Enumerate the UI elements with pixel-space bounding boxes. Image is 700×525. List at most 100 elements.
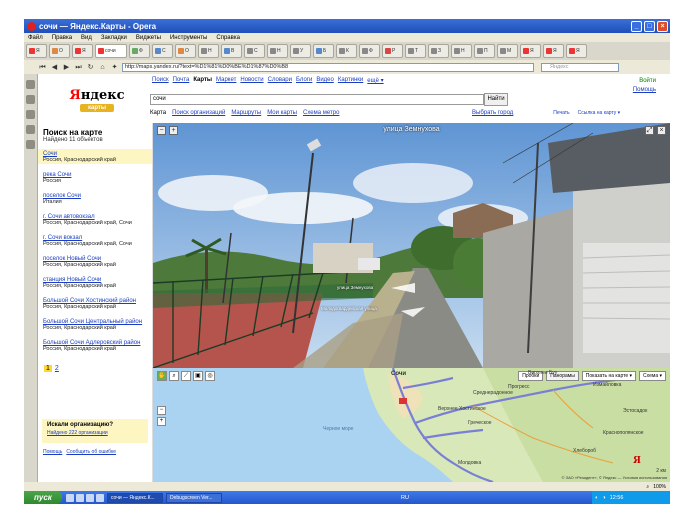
result-item[interactable]: г. Сочи вокзал Россия, Краснодарский край…: [38, 233, 152, 248]
address-bar[interactable]: http://maps.yandex.ru/?text=%D1%81%D0%BE…: [122, 62, 534, 72]
zoom-tool-icon[interactable]: ⌕: [169, 371, 179, 381]
ruler-tool-icon[interactable]: ⟋: [181, 371, 191, 381]
result-item[interactable]: г. Сочи автовокзал Россия, Краснодарский …: [38, 212, 152, 227]
browser-tab[interactable]: В: [221, 44, 242, 58]
bookmarks-panel-icon[interactable]: [26, 80, 35, 89]
help-link[interactable]: Помощь: [633, 86, 656, 95]
browser-tab[interactable]: Н: [267, 44, 288, 58]
rewind-button[interactable]: ⏮: [38, 63, 47, 72]
layers-tool-icon[interactable]: ▣: [193, 371, 203, 381]
home-button[interactable]: ⌂: [98, 63, 107, 72]
yandex-logo[interactable]: Яндекс карты: [69, 88, 125, 112]
browser-tab[interactable]: К: [336, 44, 357, 58]
notes-panel-icon[interactable]: [26, 95, 35, 104]
fast-forward-button[interactable]: ⏭: [74, 63, 83, 72]
help-footer-link[interactable]: Помощь: [43, 449, 62, 455]
back-button[interactable]: ◀: [50, 63, 59, 72]
browser-tab[interactable]: Р: [382, 44, 403, 58]
browser-tab[interactable]: Я: [543, 44, 564, 58]
browser-tab[interactable]: П: [474, 44, 495, 58]
close-button[interactable]: ×: [657, 20, 668, 32]
browser-tab[interactable]: Т: [405, 44, 426, 58]
panorama-arrow-label-2[interactable]: Молодогвардейская улица: [321, 306, 377, 311]
browser-tab[interactable]: О: [175, 44, 196, 58]
choose-city-link[interactable]: Выбрать город: [472, 110, 513, 116]
result-item[interactable]: Сочи Россия, Краснодарский край: [38, 149, 152, 164]
panorama-fullscreen-button[interactable]: ⤢: [645, 126, 654, 135]
browser-tab[interactable]: У: [290, 44, 311, 58]
page-1[interactable]: 1: [44, 365, 52, 372]
browser-tab[interactable]: Ф: [129, 44, 150, 58]
report-error-link[interactable]: Сообщить об ошибке: [66, 449, 116, 455]
maps-subnav-link[interactable]: Маршруты: [231, 110, 261, 116]
browser-tab[interactable]: С: [244, 44, 265, 58]
org-hint-link[interactable]: Найдено 222 организации: [47, 430, 143, 436]
menu-widgets[interactable]: Виджеты: [136, 35, 161, 41]
menu-help[interactable]: Справка: [216, 35, 240, 41]
browser-tab[interactable]: Н: [451, 44, 472, 58]
browser-tab[interactable]: О: [49, 44, 70, 58]
wand-button[interactable]: ✦: [110, 63, 119, 72]
zoom-level[interactable]: 100%: [653, 484, 666, 490]
service-link[interactable]: Картинки: [338, 77, 363, 84]
print-link[interactable]: Печать: [553, 110, 569, 116]
browser-tab[interactable]: З: [428, 44, 449, 58]
browser-tab[interactable]: Я: [566, 44, 587, 58]
browser-tab[interactable]: М: [497, 44, 518, 58]
reload-button[interactable]: ↻: [86, 63, 95, 72]
panorama-close-button[interactable]: ×: [657, 126, 666, 135]
map-copyright[interactable]: © ЗАО «Резидент», © Яндекс — Условия исп…: [562, 475, 667, 480]
result-item[interactable]: Большой Сочи Хостинский район Россия, Кра…: [38, 296, 152, 311]
panorama-plus-button[interactable]: +: [169, 126, 178, 135]
maximize-button[interactable]: □: [644, 20, 655, 32]
result-item[interactable]: поселок Сочи Италия: [38, 191, 152, 206]
minimize-button[interactable]: _: [631, 20, 642, 32]
hand-tool-icon[interactable]: ✋: [157, 371, 167, 381]
quick-launch-icon-4[interactable]: [96, 493, 104, 502]
browser-tab[interactable]: сочи: [95, 44, 127, 58]
service-link[interactable]: Маркет: [216, 77, 236, 84]
quick-launch-icon-1[interactable]: [66, 493, 74, 502]
maps-subnav-link[interactable]: Поиск организаций: [172, 110, 225, 116]
zoom-icon[interactable]: ⌕: [646, 484, 649, 490]
service-link[interactable]: Поиск: [152, 77, 169, 84]
service-link[interactable]: ещё ▾: [367, 77, 383, 84]
maps-subnav-link[interactable]: Мои карты: [267, 110, 297, 116]
panorama-minus-button[interactable]: −: [157, 126, 166, 135]
panorama-arrow-label-1[interactable]: улица Земнухова: [337, 285, 373, 290]
result-item[interactable]: поселок Новый Сочи Россия, Краснодарский …: [38, 254, 152, 269]
service-link[interactable]: Карты: [193, 77, 212, 84]
service-link[interactable]: Словари: [268, 77, 292, 84]
quick-launch-icon-3[interactable]: [86, 493, 94, 502]
map-type-dropdown[interactable]: Схема ▾: [639, 371, 666, 381]
zoom-out-button[interactable]: −: [157, 406, 166, 415]
browser-tab[interactable]: Н: [198, 44, 219, 58]
service-link[interactable]: Новости: [240, 77, 263, 84]
result-item[interactable]: Большой Сочи Центральный район Россия, Кр…: [38, 317, 152, 332]
service-link[interactable]: Почта: [173, 77, 190, 84]
forward-button[interactable]: ▶: [62, 63, 71, 72]
menu-view[interactable]: Вид: [81, 35, 92, 41]
start-button[interactable]: пуск: [24, 491, 62, 504]
browser-tab[interactable]: С: [152, 44, 173, 58]
browser-tab[interactable]: Я: [520, 44, 541, 58]
page-2[interactable]: 2: [55, 365, 59, 372]
browser-tab[interactable]: Я: [72, 44, 93, 58]
tray-icon-2[interactable]: ◑: [602, 495, 605, 501]
map-view[interactable]: Я ✋ ⌕ ⟋ ▣ ◎ Пробки Панорамы Показать на …: [153, 368, 670, 482]
zoom-in-button[interactable]: +: [157, 417, 166, 426]
quick-launch-icon-2[interactable]: [76, 493, 84, 502]
maps-subnav-link[interactable]: Карта: [150, 110, 166, 116]
maps-subnav-link[interactable]: Схема метро: [303, 110, 339, 116]
browser-tab[interactable]: Я: [26, 44, 47, 58]
street-panorama[interactable]: улица Земнухова − + ⤢ × улица Земнухова …: [153, 123, 670, 368]
show-on-map-dropdown[interactable]: Показать на карте ▾: [581, 371, 637, 381]
map-link-button[interactable]: Ссылка на карту ▾: [578, 110, 621, 116]
links-panel-icon[interactable]: [26, 140, 35, 149]
transfers-panel-icon[interactable]: [26, 110, 35, 119]
browser-tab[interactable]: Ф: [359, 44, 380, 58]
taskbar-debugscreen[interactable]: Debugscreen Ver...: [166, 492, 222, 503]
service-link[interactable]: Видео: [316, 77, 334, 84]
language-indicator[interactable]: RU: [401, 495, 409, 501]
menu-tools[interactable]: Инструменты: [170, 35, 207, 41]
